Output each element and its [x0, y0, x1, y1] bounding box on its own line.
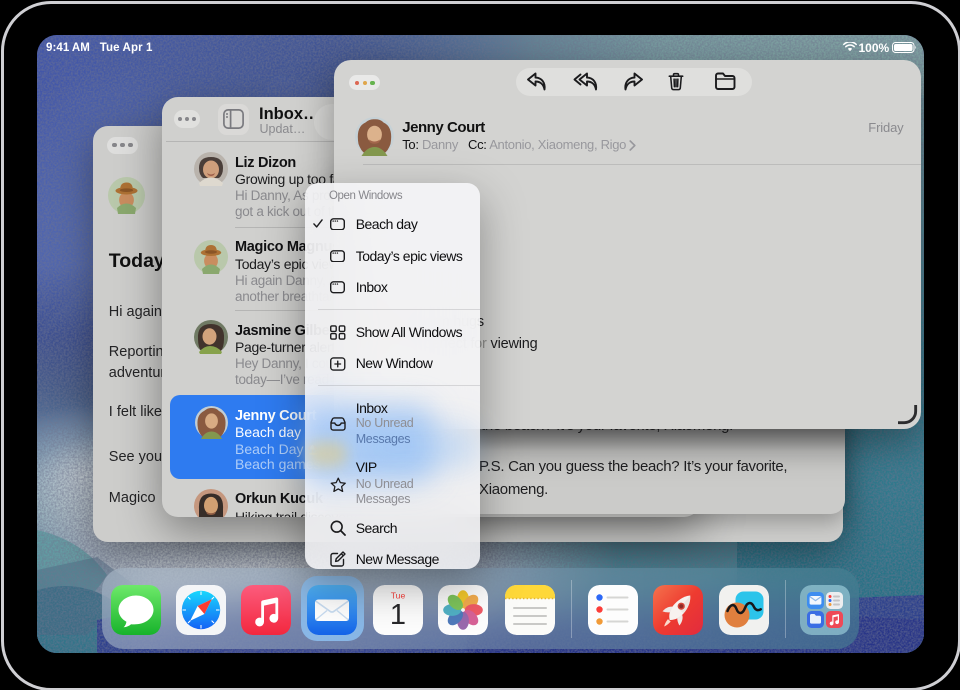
svg-text:1: 1 [389, 599, 405, 631]
